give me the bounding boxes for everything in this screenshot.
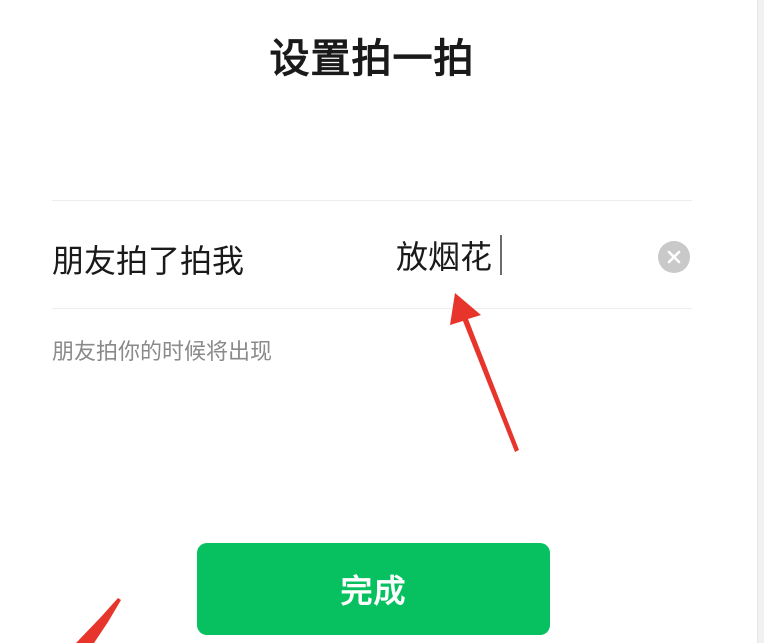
page-title: 设置拍一拍 [269, 36, 475, 82]
right-edge-panel [757, 0, 764, 643]
settings-screen: 设置拍一拍 朋友拍了拍我 放烟花 朋友拍你的时候将出现 完成 [0, 0, 764, 643]
suffix-input[interactable]: 放烟花 [396, 232, 503, 278]
clear-button[interactable] [658, 241, 690, 273]
done-button[interactable]: 完成 [197, 543, 550, 635]
divider-top [52, 200, 692, 201]
hint-text: 朋友拍你的时候将出现 [52, 340, 273, 365]
suffix-input-value[interactable]: 放烟花 [396, 232, 492, 278]
row-label: 朋友拍了拍我 [52, 242, 245, 280]
text-caret [500, 235, 503, 275]
done-button-label: 完成 [340, 572, 407, 610]
divider-bottom [52, 308, 692, 309]
red-arrow-annotation-icon [450, 293, 519, 452]
clear-icon [667, 250, 681, 264]
red-arrow-partial-icon [76, 598, 121, 643]
